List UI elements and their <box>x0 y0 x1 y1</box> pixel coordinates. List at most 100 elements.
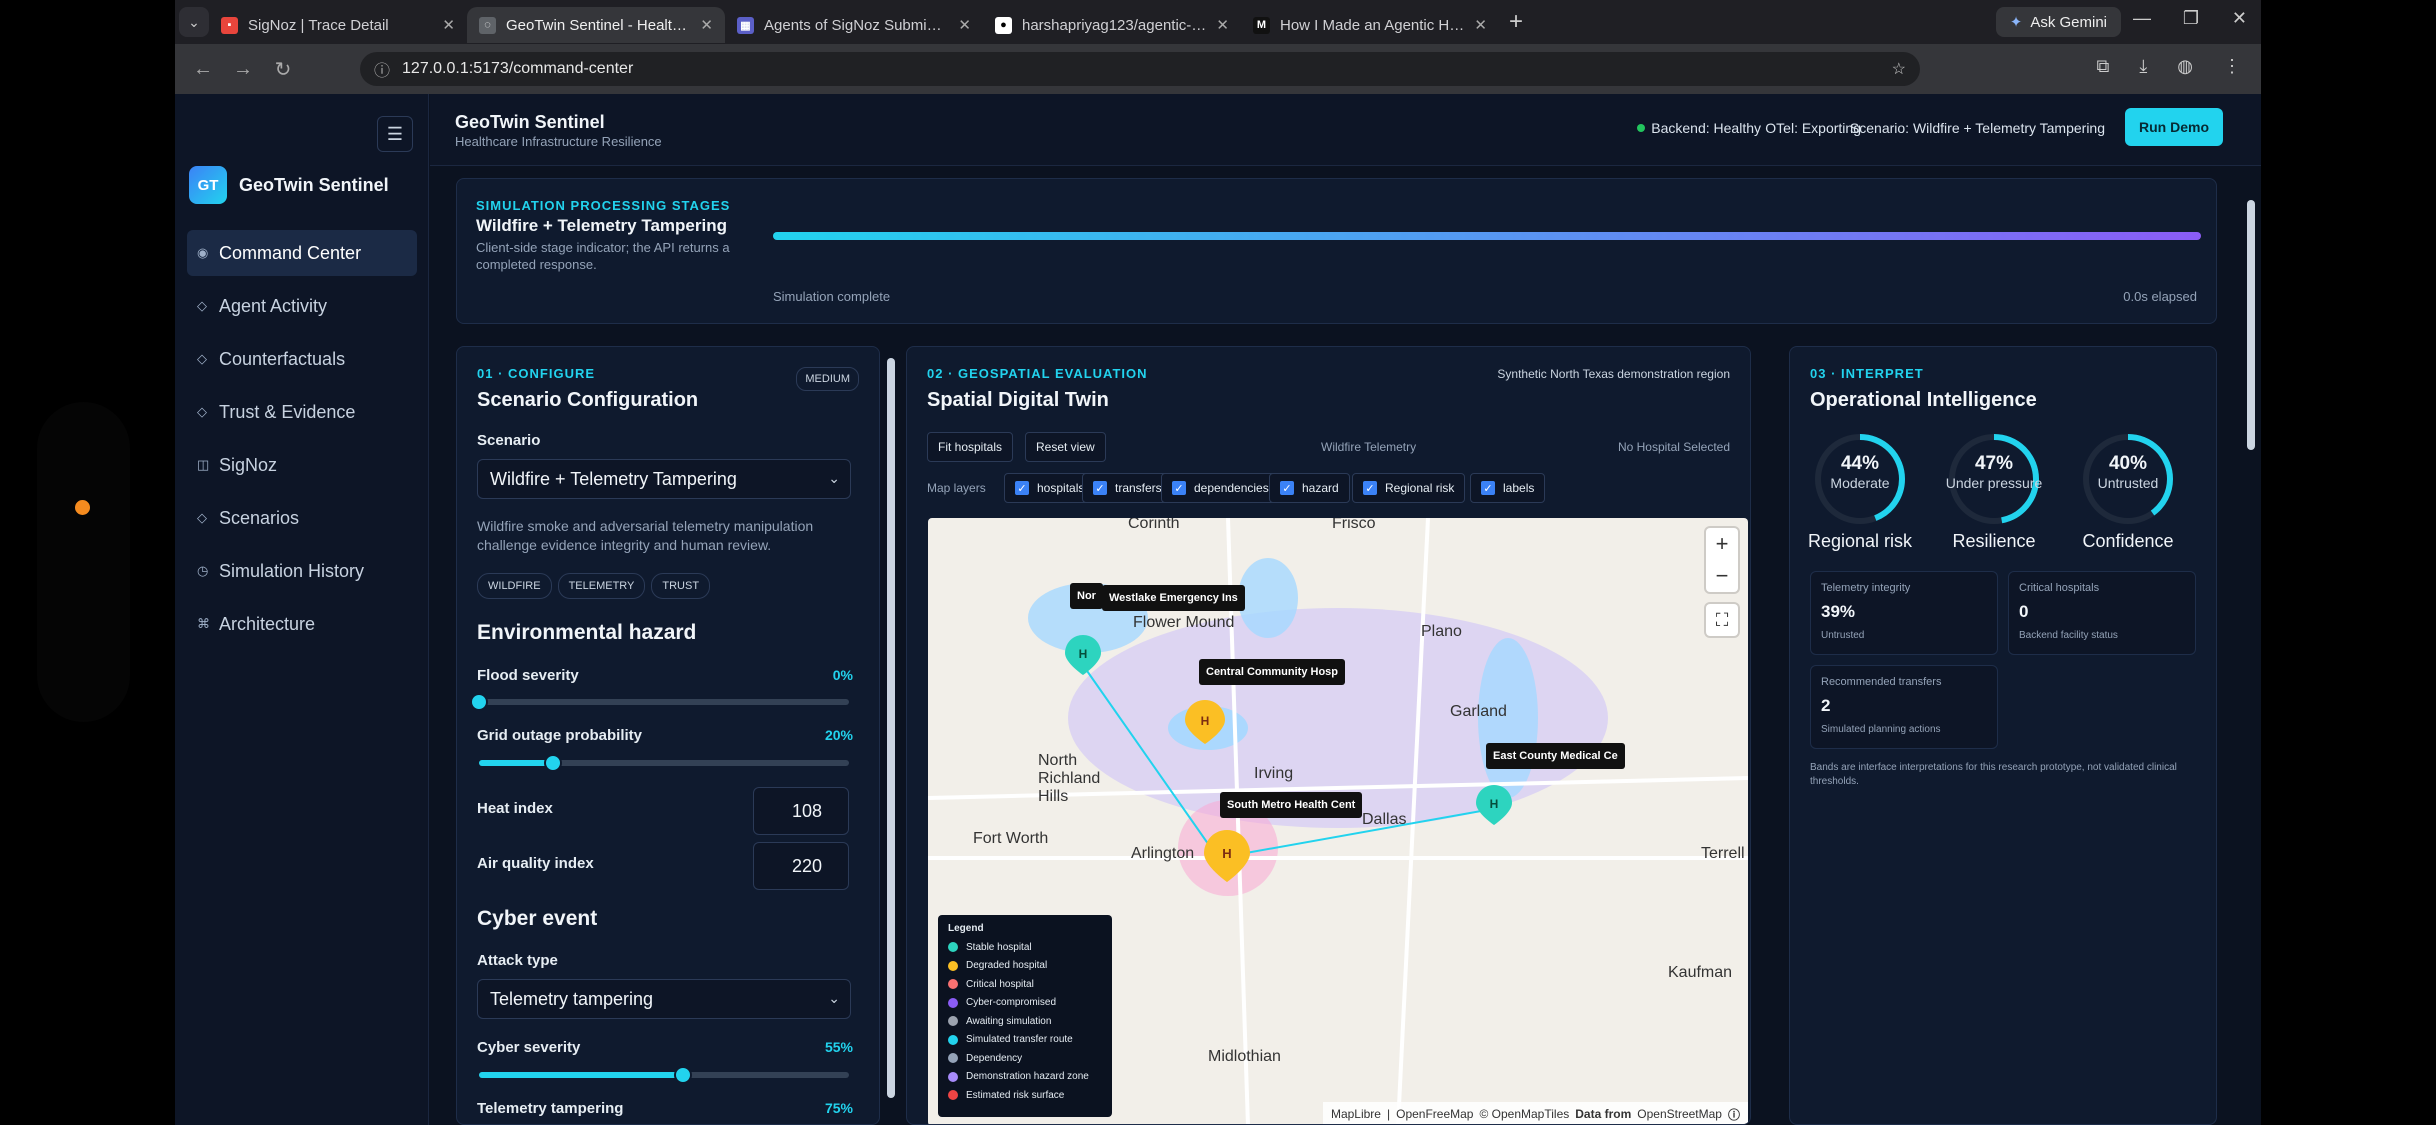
sidebar-item-command-center[interactable]: ◉ Command Center <box>187 230 417 276</box>
stages-elapsed: 0.0s elapsed <box>2123 289 2197 304</box>
close-icon[interactable]: ✕ <box>1216 16 1229 34</box>
minimize-icon[interactable]: — <box>2133 8 2151 29</box>
layer-toggle-regional-risk[interactable]: ✓ Regional risk <box>1352 473 1466 503</box>
grid-slider[interactable] <box>479 754 849 772</box>
run-demo-button[interactable]: Run Demo <box>2125 108 2223 146</box>
github-favicon-icon: ● <box>995 16 1012 34</box>
heat-input[interactable]: 108 <box>753 787 849 835</box>
hospital-label: Nor <box>1070 583 1103 609</box>
attack-type-select[interactable]: Telemetry tampering ⌄ <box>477 979 851 1019</box>
ask-gemini-button[interactable]: ✦ Ask Gemini <box>1995 7 2121 37</box>
reload-icon[interactable]: ↻ <box>263 57 303 82</box>
menu-toggle-icon[interactable]: ☰ <box>377 116 413 152</box>
forward-icon[interactable]: → <box>223 58 263 81</box>
city-label: Arlington <box>1131 845 1195 862</box>
legend-swatch <box>948 1034 958 1045</box>
sidebar-item-counterfactuals[interactable]: ◇ Counterfactuals <box>187 336 417 382</box>
scenario-select[interactable]: Wildfire + Telemetry Tampering ⌄ <box>477 459 851 499</box>
scenario-label: Scenario <box>477 432 541 449</box>
close-icon[interactable]: ✕ <box>700 16 713 34</box>
attribution-link[interactable]: OpenStreetMap <box>1637 1107 1722 1121</box>
info-icon[interactable]: ⓘ <box>1728 1106 1740 1123</box>
diamond-icon: ◇ <box>197 298 207 313</box>
city-label: Dallas <box>1362 811 1407 828</box>
cyber-severity-slider[interactable] <box>479 1066 849 1084</box>
scrollbar-thumb[interactable] <box>2247 200 2255 450</box>
layer-toggle-transfers[interactable]: ✓ transfers <box>1082 473 1173 503</box>
sidebar-item-trust-evidence[interactable]: ◇ Trust & Evidence <box>187 389 417 435</box>
layer-toggle-labels[interactable]: ✓ labels <box>1470 473 1546 503</box>
checkbox-checked-icon: ✓ <box>1280 481 1294 495</box>
gauge: 47% Under pressure Resilience <box>1944 429 2044 551</box>
tab-medium[interactable]: M How I Made an Agentic Health ✕ <box>1241 7 1499 43</box>
city-label: North Richland Hills <box>1038 752 1101 805</box>
layer-toggle-hazard[interactable]: ✓ hazard <box>1269 473 1350 503</box>
map-canvas[interactable]: Corinth Frisco Flower Mound Plano North … <box>928 518 1748 1124</box>
flood-slider[interactable] <box>470 693 849 711</box>
gauge-label: Under pressure <box>1945 475 2043 491</box>
sidebar: ☰ GT GeoTwin Sentinel ◉ Command Center ◇ A… <box>175 94 429 1125</box>
page-scrollbar[interactable] <box>2247 100 2257 1120</box>
sidebar-item-simulation-history[interactable]: ◷ Simulation History <box>187 548 417 594</box>
restore-icon[interactable]: ❐ <box>2183 8 2199 29</box>
attribution-link[interactable]: OpenFreeMap <box>1396 1107 1473 1121</box>
sidebar-item-scenarios[interactable]: ◇ Scenarios <box>187 495 417 541</box>
menu-kebab-icon[interactable]: ⋮ <box>2223 56 2241 77</box>
configure-scrollbar[interactable] <box>887 348 897 1098</box>
back-icon[interactable]: ← <box>183 58 223 81</box>
flood-label: Flood severity <box>477 667 579 684</box>
close-icon[interactable]: ✕ <box>442 16 455 34</box>
tab-agents[interactable]: ▦ Agents of SigNoz Submissions ✕ <box>725 7 983 43</box>
otel-status: OTel: Exporting <box>1765 120 1861 136</box>
legend-label: Awaiting simulation <box>966 1015 1052 1027</box>
attribution-link[interactable]: MapLibre <box>1331 1107 1381 1121</box>
hospital-marker-stable[interactable]: H <box>1063 633 1103 682</box>
interpret-note: Bands are interface interpretations for … <box>1810 762 2177 787</box>
zoom-in-icon[interactable]: + <box>1706 528 1738 560</box>
bookmark-star-icon[interactable]: ☆ <box>1892 59 1906 79</box>
grid-label: Grid outage probability <box>477 727 643 744</box>
sidebar-item-agent-activity[interactable]: ◇ Agent Activity <box>187 283 417 329</box>
fullscreen-icon[interactable]: ⛶ <box>1706 604 1738 636</box>
site-info-icon[interactable]: ⓘ <box>374 57 390 81</box>
close-icon[interactable]: ✕ <box>1474 16 1487 34</box>
tab-search-icon[interactable]: ⌄ <box>179 7 209 37</box>
extensions-icon[interactable]: ⧉ <box>2096 56 2109 77</box>
zoom-out-icon[interactable]: − <box>1706 560 1738 592</box>
profile-avatar-icon[interactable]: ◍ <box>2177 56 2193 77</box>
cyber-event-title: Cyber event <box>477 907 598 930</box>
new-tab-icon[interactable]: + <box>1509 8 1523 36</box>
slider-thumb[interactable] <box>470 693 488 711</box>
url-field[interactable]: ⓘ 127.0.0.1:5173/command-center ☆ <box>360 52 1920 86</box>
window-close-icon[interactable]: ✕ <box>2232 8 2247 29</box>
slider-thumb[interactable] <box>544 754 562 772</box>
tab-github[interactable]: ● harshapriyag123/agentic-health ✕ <box>983 7 1241 43</box>
scrollbar-thumb[interactable] <box>887 358 895 1098</box>
otel-status-text: OTel: Exporting <box>1765 120 1861 136</box>
city-label: Garland <box>1450 703 1507 720</box>
checkbox-checked-icon: ✓ <box>1172 481 1186 495</box>
aqi-input[interactable]: 220 <box>753 842 849 890</box>
hospital-marker-stable[interactable]: H <box>1474 783 1514 832</box>
hospital-marker-degraded[interactable]: H <box>1183 698 1227 751</box>
svg-text:H: H <box>1079 647 1088 661</box>
layer-toggle-dependencies[interactable]: ✓ dependencies <box>1161 473 1280 503</box>
close-icon[interactable]: ✕ <box>958 16 971 34</box>
tab-signoz[interactable]: ▪ SigNoz | Trace Detail ✕ <box>209 7 467 43</box>
tab-geotwin[interactable]: ◌ GeoTwin Sentinel - Healthcare I ✕ <box>467 7 725 43</box>
geo-title: Spatial Digital Twin <box>927 389 1109 411</box>
hospital-marker-degraded[interactable]: H <box>1202 828 1252 889</box>
reset-view-button[interactable]: Reset view <box>1025 432 1106 462</box>
fit-hospitals-button[interactable]: Fit hospitals <box>927 432 1014 462</box>
env-hazard-title: Environmental hazard <box>477 621 697 644</box>
legend-item: Demonstration hazard zone <box>948 1068 1102 1087</box>
attribution-link[interactable]: © OpenMapTiles <box>1479 1107 1569 1121</box>
sidebar-item-architecture[interactable]: ⌘ Architecture <box>187 601 417 647</box>
legend-label: Critical hospital <box>966 978 1034 990</box>
download-icon[interactable]: ⤓ <box>2139 56 2147 77</box>
slider-thumb[interactable] <box>673 1066 692 1084</box>
zoom-controls: + − <box>1706 528 1738 592</box>
sidebar-item-signoz[interactable]: ◫ SigNoz <box>187 442 417 488</box>
scenario-select-value: Wildfire + Telemetry Tampering <box>490 468 737 489</box>
metric-title: Critical hospitals <box>2019 582 2100 594</box>
